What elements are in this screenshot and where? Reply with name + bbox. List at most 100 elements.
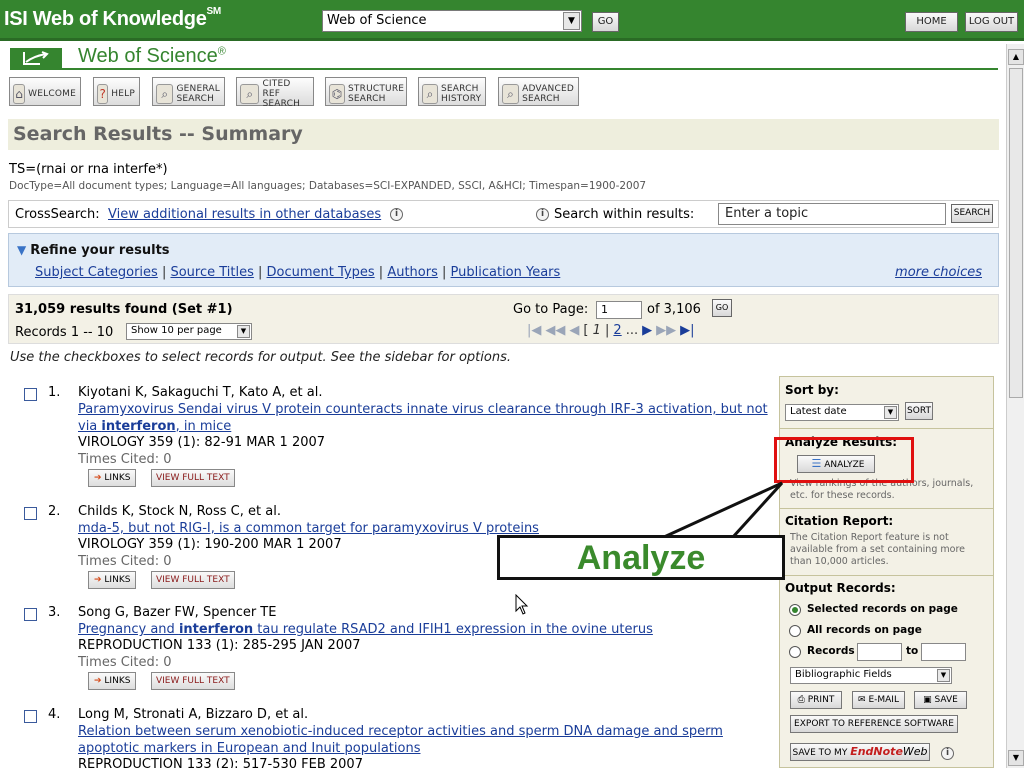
record-checkbox[interactable] bbox=[24, 507, 37, 520]
page-title-band: Search Results -- Summary bbox=[8, 119, 999, 150]
radio-records-range[interactable] bbox=[789, 646, 801, 658]
links-button[interactable]: ➔ LINKS bbox=[88, 672, 137, 690]
wos-logo bbox=[10, 48, 62, 68]
record-number: 2. bbox=[48, 504, 61, 519]
vertical-scrollbar[interactable]: ▲ ▼ bbox=[1006, 44, 1024, 768]
record-title-link[interactable]: Paramyxovirus Sendai virus V protein cou… bbox=[78, 401, 768, 435]
refine-title-text: Refine your results bbox=[30, 243, 170, 258]
help-icon: ? bbox=[97, 83, 109, 104]
links-label: LINKS bbox=[104, 473, 131, 483]
nav-cited-ref-search-button[interactable]: ⌕ CITED REF SEARCH bbox=[236, 77, 314, 109]
last-page-icon[interactable]: ▶| bbox=[680, 323, 694, 338]
refine-subject-categories[interactable]: Subject Categories bbox=[35, 265, 158, 280]
database-selected-value: Web of Science bbox=[327, 13, 427, 28]
nav-label: STRUCTURE SEARCH bbox=[348, 83, 405, 104]
radio-label: Selected records on page bbox=[807, 603, 958, 615]
filter-icon: ▼ bbox=[17, 243, 27, 257]
search-within-label: Search within results: bbox=[554, 207, 695, 222]
page-number-input[interactable]: 1 bbox=[596, 301, 642, 319]
save-button[interactable]: ▣ SAVE bbox=[914, 691, 967, 709]
refine-publication-years[interactable]: Publication Years bbox=[451, 265, 561, 280]
radio-selected-records[interactable] bbox=[789, 604, 801, 616]
sort-select[interactable]: Latest date ▼ bbox=[785, 404, 899, 421]
cited-ref-icon: ⌕ bbox=[240, 83, 260, 104]
refine-source-titles[interactable]: Source Titles bbox=[170, 265, 253, 280]
chevron-down-icon[interactable]: ▼ bbox=[937, 669, 950, 682]
nav-structure-search-button[interactable]: ⌬ STRUCTURE SEARCH bbox=[325, 77, 407, 106]
nav-general-search-button[interactable]: ⌕ GENERAL SEARCH bbox=[152, 77, 225, 106]
nav-help-button[interactable]: ? HELP bbox=[93, 77, 140, 106]
radio-all-records[interactable] bbox=[789, 625, 801, 637]
next-page-icon[interactable]: ▶ bbox=[642, 323, 652, 338]
refine-authors[interactable]: Authors bbox=[387, 265, 438, 280]
record-checkbox[interactable] bbox=[24, 710, 37, 723]
citation-title: Citation Report: bbox=[785, 514, 894, 528]
sort-button[interactable]: SORT bbox=[905, 402, 933, 420]
record-title-link[interactable]: Pregnancy and interferon tau regulate RS… bbox=[78, 621, 768, 638]
chevron-down-icon[interactable]: ▼ bbox=[884, 406, 897, 419]
records-range: Records 1 -- 10 bbox=[15, 325, 114, 340]
crosssearch-link[interactable]: View additional results in other databas… bbox=[108, 207, 381, 222]
pagination: |◀ ◀◀ ◀ [ 1 | 2 ... ▶ ▶▶ ▶| bbox=[527, 323, 695, 338]
chevron-down-icon[interactable]: ▼ bbox=[237, 325, 250, 338]
info-icon[interactable]: i bbox=[390, 208, 403, 221]
results-count: 31,059 results found (Set #1) bbox=[15, 302, 233, 317]
crosssearch-bar: CrossSearch: View additional results in … bbox=[8, 200, 999, 228]
info-icon[interactable]: i bbox=[941, 747, 954, 760]
title-highlight: interferon bbox=[178, 622, 254, 637]
save-label: SAVE bbox=[934, 695, 958, 705]
go-button[interactable]: GO bbox=[592, 12, 619, 32]
first-page-icon[interactable]: |◀ bbox=[527, 323, 541, 338]
prev-page-icon[interactable]: ◀ bbox=[569, 323, 579, 338]
print-button[interactable]: ⎙ PRINT bbox=[790, 691, 842, 709]
nav-search-history-button[interactable]: ⌕ SEARCH HISTORY bbox=[418, 77, 486, 106]
home-button[interactable]: HOME bbox=[905, 12, 958, 32]
scroll-thumb[interactable] bbox=[1009, 68, 1023, 398]
chevron-down-icon[interactable]: ▼ bbox=[563, 12, 580, 30]
records-from-input[interactable] bbox=[857, 643, 902, 661]
brand-logo[interactable]: ISI Web of KnowledgeSM bbox=[4, 6, 221, 31]
more-choices-link[interactable]: more choices bbox=[895, 265, 982, 280]
search-within-button[interactable]: SEARCH bbox=[951, 204, 993, 223]
records-to-input[interactable] bbox=[921, 643, 966, 661]
record-checkbox[interactable] bbox=[24, 608, 37, 621]
database-select[interactable]: Web of Science ▼ bbox=[322, 10, 582, 32]
page-title: Search Results -- Summary bbox=[13, 123, 303, 145]
rewind-icon[interactable]: ◀◀ bbox=[545, 323, 565, 338]
scroll-up-icon[interactable]: ▲ bbox=[1008, 49, 1024, 65]
goto-page-button[interactable]: GO bbox=[712, 299, 732, 317]
email-button[interactable]: ✉ E-MAIL bbox=[852, 691, 905, 709]
top-bar: ISI Web of KnowledgeSM Web of Science ▼ … bbox=[0, 0, 1024, 41]
scroll-down-icon[interactable]: ▼ bbox=[1008, 750, 1024, 766]
links-button[interactable]: ➔ LINKS bbox=[88, 571, 137, 589]
page-2-link[interactable]: 2 bbox=[613, 323, 621, 338]
topic-input[interactable]: Enter a topic bbox=[718, 203, 946, 225]
record-title-link[interactable]: Relation between serum xenobiotic-induce… bbox=[78, 723, 728, 757]
nav-welcome-button[interactable]: ⌂ WELCOME bbox=[9, 77, 81, 106]
record-checkbox[interactable] bbox=[24, 388, 37, 401]
refine-document-types[interactable]: Document Types bbox=[267, 265, 375, 280]
export-reference-button[interactable]: EXPORT TO REFERENCE SOFTWARE bbox=[790, 715, 958, 733]
arrow-right-icon: ➔ bbox=[94, 575, 102, 585]
structure-icon: ⌬ bbox=[329, 83, 345, 104]
endnote-prefix: SAVE TO MY bbox=[792, 748, 848, 758]
fast-forward-icon[interactable]: ▶▶ bbox=[656, 323, 676, 338]
radio-label: Records bbox=[807, 645, 855, 657]
sort-value: Latest date bbox=[790, 406, 847, 417]
info-icon[interactable]: i bbox=[536, 208, 549, 221]
nav-advanced-search-button[interactable]: ⌕ ADVANCED SEARCH bbox=[498, 77, 579, 106]
query-text: TS=(rnai or rna interfe*) bbox=[9, 162, 168, 177]
citation-section: Citation Report: The Citation Report fea… bbox=[780, 509, 993, 576]
disk-icon: ▣ bbox=[923, 695, 932, 705]
title-part: mda-5, but not RIG-I, is a common target… bbox=[78, 521, 539, 536]
save-endnote-button[interactable]: SAVE TO MY EndNoteWeb bbox=[790, 743, 930, 761]
view-full-text-button[interactable]: VIEW FULL TEXT bbox=[151, 571, 235, 589]
logout-button[interactable]: LOG OUT bbox=[965, 12, 1018, 32]
product-mark: ® bbox=[217, 45, 226, 58]
links-button[interactable]: ➔ LINKS bbox=[88, 469, 137, 487]
fields-select[interactable]: Bibliographic Fields ▼ bbox=[790, 667, 952, 684]
title-part: Pregnancy and bbox=[78, 622, 179, 637]
per-page-select[interactable]: Show 10 per page ▼ bbox=[126, 323, 252, 340]
view-full-text-button[interactable]: VIEW FULL TEXT bbox=[151, 469, 235, 487]
view-full-text-button[interactable]: VIEW FULL TEXT bbox=[151, 672, 235, 690]
